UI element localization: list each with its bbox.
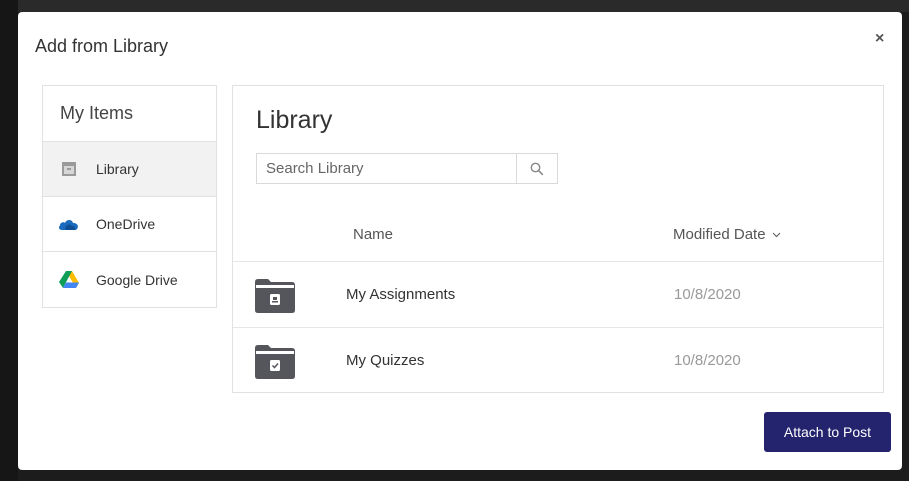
row-name: My Quizzes bbox=[346, 352, 425, 369]
my-items-sidebar: My Items Library OneDrive Google Drive bbox=[42, 85, 217, 308]
google-drive-icon bbox=[58, 269, 80, 291]
background-toolbar bbox=[0, 0, 909, 12]
attach-to-post-button[interactable]: Attach to Post bbox=[764, 412, 891, 452]
modified-date-column-header[interactable]: Modified Date bbox=[673, 226, 781, 243]
name-column-header[interactable]: Name bbox=[353, 226, 393, 243]
search-input[interactable] bbox=[257, 154, 516, 183]
sidebar-item-onedrive[interactable]: OneDrive bbox=[43, 197, 216, 252]
row-modified-date: 10/8/2020 bbox=[674, 286, 741, 303]
assignments-folder-icon bbox=[255, 277, 295, 318]
close-button[interactable]: × bbox=[875, 30, 884, 48]
table-row[interactable]: My Assignments 10/8/2020 bbox=[233, 261, 883, 327]
library-title: Library bbox=[256, 106, 333, 134]
dialog-title: Add from Library bbox=[35, 36, 169, 56]
library-icon bbox=[58, 158, 80, 180]
add-from-library-dialog: Add from Library × My Items Library OneD… bbox=[18, 12, 902, 470]
sidebar-item-label: Library bbox=[96, 161, 139, 177]
onedrive-icon bbox=[58, 213, 80, 235]
quizzes-folder-icon bbox=[255, 343, 295, 384]
table-row[interactable]: My Quizzes 10/8/2020 bbox=[233, 327, 883, 393]
sidebar-header: My Items bbox=[43, 86, 216, 142]
sidebar-item-label: OneDrive bbox=[96, 216, 156, 232]
row-modified-date: 10/8/2020 bbox=[674, 352, 741, 369]
chevron-down-icon bbox=[772, 232, 781, 238]
sidebar-item-google-drive[interactable]: Google Drive bbox=[43, 252, 216, 307]
modified-date-label: Modified Date bbox=[673, 226, 766, 243]
sidebar-item-label: Google Drive bbox=[96, 271, 178, 288]
search-box bbox=[256, 153, 558, 184]
row-name: My Assignments bbox=[346, 286, 456, 303]
background-sidebar bbox=[0, 0, 18, 481]
library-panel: Library Name Modified Date bbox=[232, 85, 884, 393]
search-icon[interactable] bbox=[516, 154, 557, 183]
sidebar-item-library[interactable]: Library bbox=[43, 142, 216, 197]
